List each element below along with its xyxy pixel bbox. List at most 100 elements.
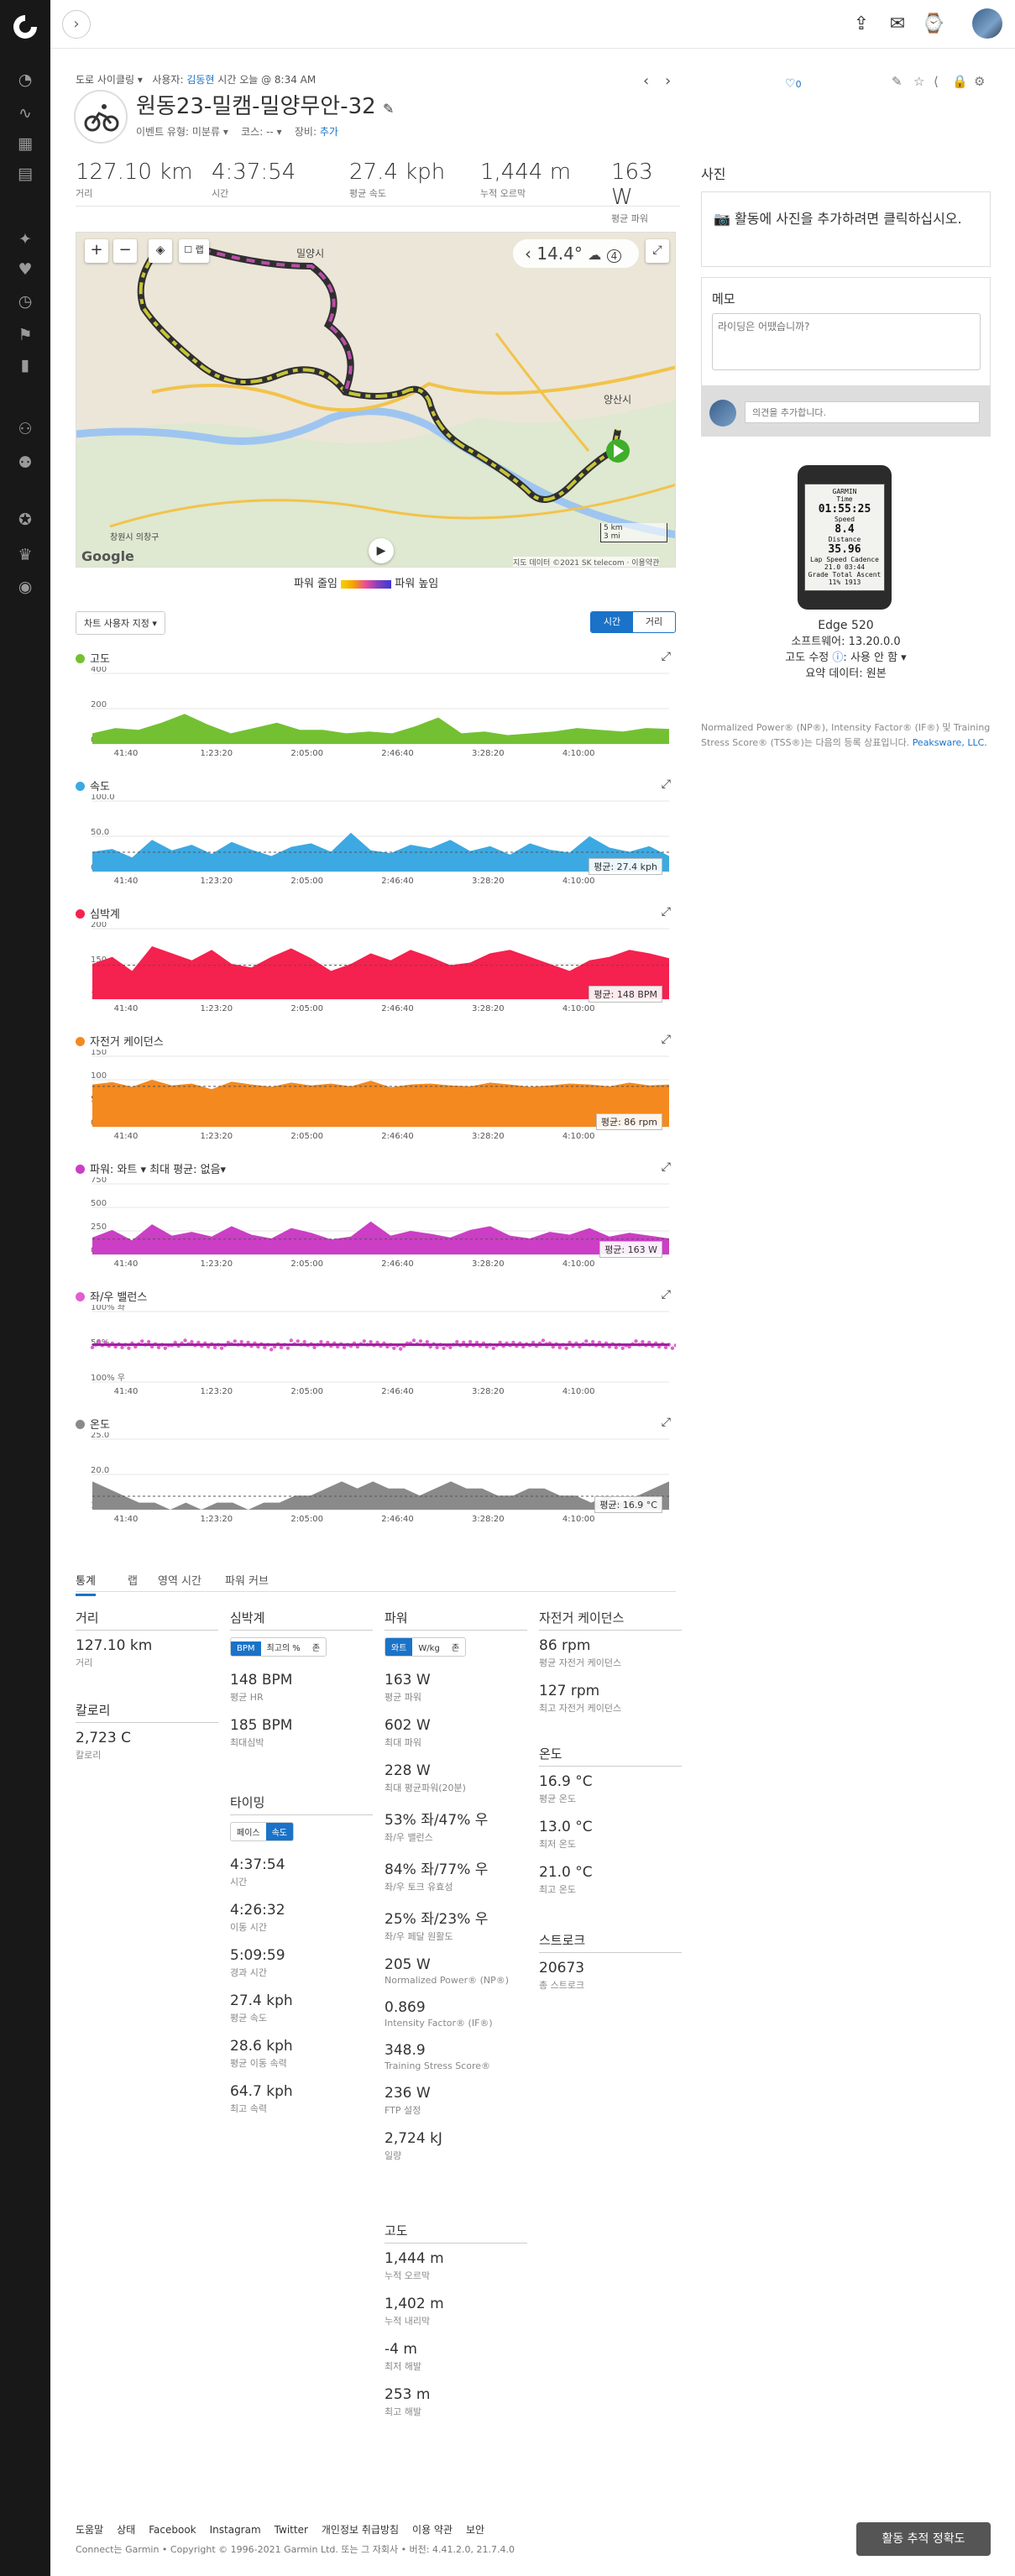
gear-icon[interactable]: ⚙ <box>974 74 985 89</box>
health-icon[interactable]: ♥ <box>14 259 36 280</box>
expand-icon[interactable]: ⤢ <box>662 1416 671 1429</box>
activity-type[interactable]: 도로 사이클링 <box>76 74 134 86</box>
unit-option[interactable]: BPM <box>231 1641 261 1656</box>
footer-link[interactable]: 도움말 <box>76 2524 103 2536</box>
event-type-select[interactable]: 미분류 <box>192 126 220 138</box>
layers-icon[interactable]: ◈ <box>149 239 172 263</box>
tab-1[interactable]: 통계 <box>76 1572 96 1596</box>
unit-option[interactable]: 최고의 % <box>261 1638 306 1656</box>
footer-link[interactable]: 개인정보 취급방침 <box>322 2524 399 2536</box>
footer-link[interactable]: 상태 <box>117 2524 135 2536</box>
groups-icon[interactable]: ⚉ <box>14 452 36 474</box>
training-icon[interactable]: ✦ <box>14 228 36 250</box>
share-icon[interactable]: ⟨ <box>934 74 939 89</box>
footer-link[interactable]: 이용 약관 <box>412 2524 453 2536</box>
tab-3[interactable]: 영역 시간 <box>158 1572 201 1588</box>
tab-2[interactable]: 랩 <box>128 1572 138 1588</box>
peaksware-link[interactable]: Peaksware, LLC. <box>913 737 987 748</box>
user-link[interactable]: 김동현 <box>186 74 214 86</box>
zoom-out-button[interactable]: − <box>113 239 137 263</box>
avatar[interactable] <box>972 8 1002 39</box>
like-button[interactable]: ♡0 <box>785 77 802 91</box>
unit-toggle[interactable]: 와트 W/kg 존 <box>385 1637 467 1657</box>
data-point <box>146 1339 151 1344</box>
expand-icon[interactable]: ⤢ <box>662 650 671 663</box>
comment-input[interactable] <box>745 401 980 423</box>
customize-chart-dropdown[interactable]: 차트 사용자 지정 ▾ <box>76 611 165 635</box>
fullscreen-icon[interactable]: ⤢ <box>646 239 669 263</box>
upload-icon[interactable]: ⇪ <box>850 13 873 36</box>
expand-icon[interactable]: ⤢ <box>662 905 671 919</box>
badges-icon[interactable]: ✪ <box>14 509 36 531</box>
next-activity-icon[interactable]: › <box>665 72 671 90</box>
help-icon[interactable]: ⓘ <box>832 652 843 664</box>
memo-input[interactable] <box>712 313 981 370</box>
unit-option[interactable]: 존 <box>446 1638 465 1656</box>
stat-item: 21.0 °C 최고 온도 <box>539 1864 682 1896</box>
average-badge: 평균: 16.9 °C <box>594 1496 662 1513</box>
news-icon[interactable]: ▤ <box>14 163 36 185</box>
star-icon[interactable]: ☆ <box>913 74 924 89</box>
unit-toggle[interactable]: BPM 최고의 % 존 <box>230 1637 327 1657</box>
unit-option[interactable]: W/kg <box>412 1641 445 1656</box>
unit-option[interactable]: 존 <box>306 1638 326 1656</box>
footer-link[interactable]: Facebook <box>149 2524 196 2536</box>
chart-title[interactable]: 온도 <box>76 1416 110 1432</box>
elev-correction-select[interactable]: 사용 안 함 <box>850 652 897 664</box>
footer-link[interactable]: Twitter <box>275 2524 308 2536</box>
map-copyright[interactable]: 지도 데이터 ©2021 SK telecom · 이용약관 <box>513 557 660 567</box>
chart-title[interactable]: 좌/우 밸런스 <box>76 1288 147 1304</box>
chart-title[interactable]: 자전거 케이던스 <box>76 1033 164 1049</box>
inbox-icon[interactable]: ✉ <box>886 13 909 36</box>
stat-value: 127.10 km <box>76 160 193 185</box>
distance-toggle[interactable]: 거리 <box>633 612 675 632</box>
time-toggle[interactable]: 시간 <box>591 612 633 632</box>
zoom-in-button[interactable]: + <box>85 239 108 263</box>
tab-4[interactable]: 파워 커브 <box>225 1572 269 1588</box>
y-tick-label: 150 <box>91 1050 107 1057</box>
activity-tracking-accuracy-button[interactable]: 활동 추적 정확도 <box>856 2522 991 2556</box>
expand-icon[interactable]: ⤢ <box>662 1033 671 1046</box>
clock-icon[interactable]: ◷ <box>14 291 36 312</box>
chart-title[interactable]: 속도 <box>76 778 110 793</box>
unit-option[interactable]: 와트 <box>385 1638 413 1656</box>
connections-icon[interactable]: ⚇ <box>14 418 36 440</box>
expand-sidebar-button[interactable]: › <box>62 10 91 39</box>
prev-activity-icon[interactable]: ‹ <box>643 72 649 90</box>
pencil-icon[interactable]: ✎ <box>892 74 903 89</box>
unit-option[interactable]: 페이스 <box>231 1823 266 1840</box>
weather-widget[interactable]: ‹ 14.4° ☁ 4 <box>513 239 639 268</box>
edit-icon[interactable]: ✎ <box>383 101 394 117</box>
expand-icon[interactable]: ⤢ <box>662 1160 671 1174</box>
chart-title[interactable]: 심박계 <box>76 905 120 921</box>
map-checkbox[interactable]: ☐ 랩 <box>179 239 209 263</box>
dashboard-icon[interactable]: ◔ <box>14 69 36 91</box>
add-photo-button[interactable]: 📷 활동에 사진을 추가하려면 클릭하십시오. <box>701 191 991 267</box>
footer-link[interactable]: 보안 <box>466 2524 484 2536</box>
play-route-button[interactable]: ▶ <box>369 538 394 563</box>
reports-icon[interactable]: ▮ <box>14 354 36 376</box>
footer-link[interactable]: Instagram <box>210 2524 261 2536</box>
gear-shoe-icon[interactable]: ⚑ <box>14 324 36 346</box>
route-map[interactable]: + − ◈ ☐ 랩 ‹ 14.4° ☁ 4 ⤢ 밀양시 양산시 창원시 의창구 … <box>76 232 676 568</box>
watch-icon[interactable]: ⌚ <box>922 13 945 36</box>
calendar-icon[interactable]: ▦ <box>14 133 36 154</box>
expand-icon[interactable]: ⤢ <box>662 1288 671 1301</box>
chart-title[interactable]: 고도 <box>76 650 110 666</box>
lock-icon[interactable]: 🔒 <box>952 74 968 89</box>
course-select[interactable]: -- <box>266 126 274 138</box>
challenges-icon[interactable]: ♛ <box>14 544 36 566</box>
activities-icon[interactable]: ∿ <box>14 102 36 124</box>
device-image: GARMIN Time 01:55:25 Speed 8.4 Distance 35.96 L… <box>798 465 892 610</box>
expand-icon[interactable]: ⤢ <box>662 778 671 791</box>
garmin-connect-logo-icon[interactable] <box>11 13 39 41</box>
gear-add-link[interactable]: 추가 <box>320 126 338 138</box>
chart-title[interactable]: 파워: 와트 ▾ 최대 평균: 없음▾ <box>76 1160 226 1176</box>
axis-toggle[interactable]: 시간 거리 <box>590 611 676 633</box>
activity-title[interactable]: 원동23-밀캠-밀양무안-32 ✎ <box>136 89 394 120</box>
insights-icon[interactable]: ◉ <box>14 576 36 598</box>
stat-label: 평균 자전거 케이던스 <box>539 1657 622 1668</box>
series-dot <box>76 909 85 919</box>
unit-toggle[interactable]: 페이스 속도 <box>230 1822 295 1841</box>
unit-option[interactable]: 속도 <box>265 1823 294 1840</box>
